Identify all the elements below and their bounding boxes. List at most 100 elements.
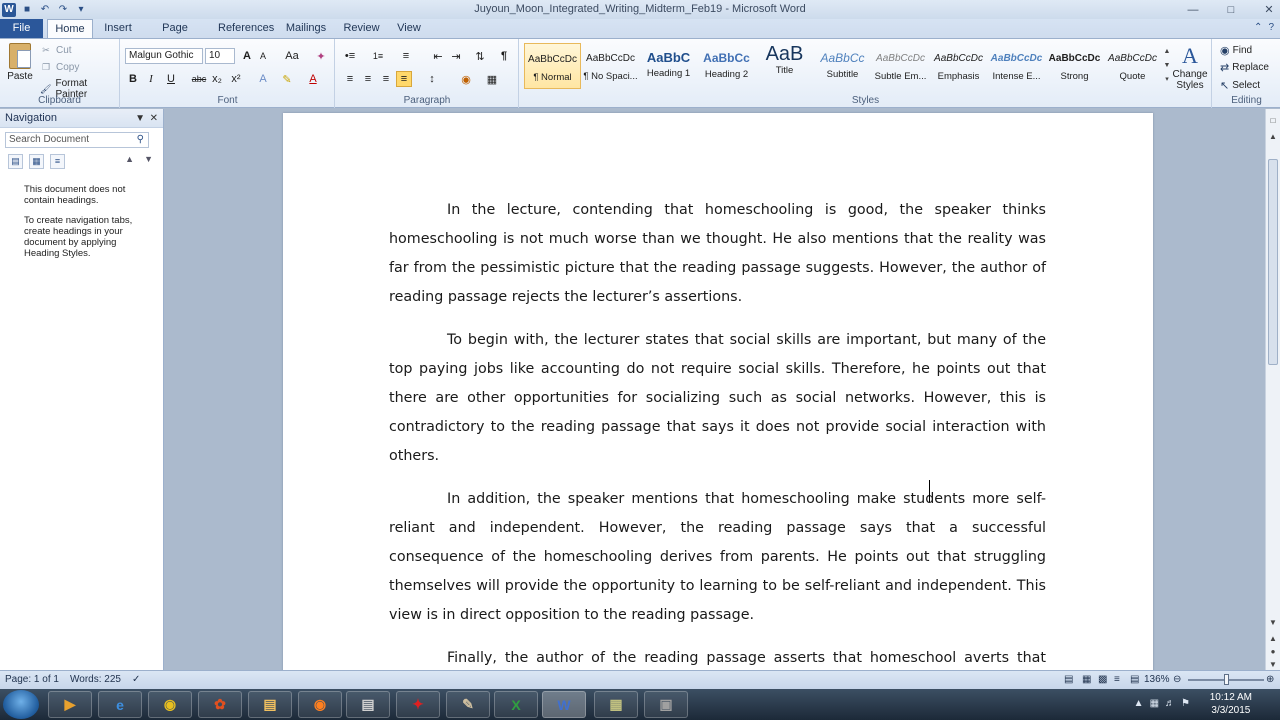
file-explorer-icon[interactable]: ▤	[248, 691, 292, 718]
start-button[interactable]	[3, 690, 39, 719]
style-title[interactable]: AaB Title	[756, 43, 813, 89]
media-player-icon[interactable]: ▶	[48, 691, 92, 718]
style-heading-1[interactable]: AaBbC Heading 1	[640, 43, 697, 89]
browse-headings-tab[interactable]: ▤	[8, 153, 23, 169]
notepad-icon[interactable]: ▤	[346, 691, 390, 718]
shrink-font-button[interactable]: A	[255, 48, 271, 64]
draft-icon[interactable]: ▤	[1130, 674, 1139, 685]
strikethrough-button[interactable]: abc	[189, 71, 209, 87]
previous-arrow-icon[interactable]: ▲	[125, 154, 134, 164]
document-body[interactable]: In the lecture, contending that homescho…	[389, 196, 1046, 670]
align-left-icon[interactable]: ≡	[342, 71, 358, 87]
style-intense-emphasis[interactable]: AaBbCcDc Intense E...	[988, 43, 1045, 89]
zoom-slider-thumb[interactable]	[1224, 674, 1229, 685]
help-icon[interactable]: ?	[1268, 22, 1274, 33]
replace-button[interactable]: ⇄ Replace	[1220, 61, 1269, 74]
subscript-button[interactable]: x₂	[209, 71, 225, 87]
style-subtle-emphasis[interactable]: AaBbCcDc Subtle Em...	[872, 43, 929, 89]
style-subtitle[interactable]: AaBbCc Subtitle	[814, 43, 871, 89]
search-icon[interactable]: ⚲	[137, 133, 144, 147]
minimize-ribbon-icon[interactable]: ⌃	[1254, 22, 1262, 33]
tab-insert[interactable]: Insert	[103, 19, 133, 38]
chrome-icon[interactable]: ◉	[148, 691, 192, 718]
highlight-color-icon[interactable]: ✎	[279, 71, 295, 87]
style-strong[interactable]: AaBbCcDc Strong	[1046, 43, 1103, 89]
word-taskbar-icon[interactable]: W	[542, 691, 586, 718]
note-app-icon[interactable]: ✎	[446, 691, 490, 718]
line-spacing-icon[interactable]: ↕	[424, 71, 440, 87]
excel-icon[interactable]: X	[494, 691, 538, 718]
close-pane-icon[interactable]: ✕	[150, 109, 158, 128]
previous-page-icon[interactable]: ▲	[1266, 631, 1280, 645]
show-formatting-button[interactable]: ¶	[496, 48, 512, 64]
document-area[interactable]: In the lecture, contending that homescho…	[165, 109, 1265, 670]
change-case-button[interactable]: Aa	[281, 48, 303, 64]
zoom-in-icon[interactable]: ⊕	[1266, 674, 1274, 685]
maximize-icon[interactable]: □	[1224, 4, 1238, 16]
volume-icon[interactable]: ♬	[1165, 698, 1175, 709]
copy-button[interactable]: ❐ Copy	[40, 61, 79, 73]
page-count[interactable]: Page: 1 of 1	[5, 674, 59, 685]
italic-button[interactable]: I	[143, 71, 159, 87]
select-browse-object-icon[interactable]: ●	[1266, 644, 1280, 658]
borders-icon[interactable]: ▦	[484, 71, 500, 87]
change-styles-button[interactable]: A Change Styles	[1170, 43, 1210, 91]
decrease-indent-icon[interactable]: ⇤	[430, 48, 446, 64]
network-icon[interactable]: ▦	[1150, 698, 1159, 709]
justify-icon[interactable]: ≡	[396, 71, 412, 87]
tab-references[interactable]: References	[218, 19, 274, 38]
grow-font-button[interactable]: A	[239, 48, 255, 64]
minimize-icon[interactable]: —	[1186, 4, 1200, 16]
paragraph[interactable]: Finally, the author of the reading passa…	[389, 644, 1046, 670]
bold-button[interactable]: B	[125, 71, 141, 87]
paint-icon[interactable]: ✿	[198, 691, 242, 718]
superscript-button[interactable]: x²	[228, 71, 244, 87]
firefox-icon[interactable]: ◉	[298, 691, 342, 718]
sort-icon[interactable]: ⇅	[472, 48, 488, 64]
scanner-icon[interactable]: ▦	[594, 691, 638, 718]
bullets-icon[interactable]: •≡	[342, 48, 358, 64]
zoom-level[interactable]: 136%	[1144, 674, 1170, 685]
internet-explorer-icon[interactable]: e	[98, 691, 142, 718]
font-color-button[interactable]: A	[305, 71, 321, 87]
document-page[interactable]: In the lecture, contending that homescho…	[283, 113, 1153, 670]
scroll-up-icon[interactable]: ▲	[1266, 129, 1280, 143]
recorder-icon[interactable]: ▣	[644, 691, 688, 718]
increase-indent-icon[interactable]: ⇥	[448, 48, 464, 64]
tab-mailings[interactable]: Mailings	[285, 19, 327, 38]
style-no-spacing[interactable]: AaBbCcDc ¶ No Spaci...	[582, 43, 639, 89]
tab-view[interactable]: View	[394, 19, 424, 38]
paste-button[interactable]: Paste	[6, 43, 34, 82]
outline-icon[interactable]: ≡	[1114, 674, 1120, 685]
taskbar-clock[interactable]: 10:12 AM 3/3/2015	[1210, 691, 1252, 717]
acrobat-icon[interactable]: ✦	[396, 691, 440, 718]
pane-options-icon[interactable]: ▼	[135, 109, 145, 128]
style-quote[interactable]: AaBbCcDc Quote	[1104, 43, 1161, 89]
tray-up-icon[interactable]: ▲	[1134, 698, 1144, 709]
multilevel-list-icon[interactable]: ≡	[398, 48, 414, 64]
select-button[interactable]: ↖ Select	[1220, 79, 1260, 92]
close-icon[interactable]: ✕	[1262, 3, 1276, 16]
full-screen-reading-icon[interactable]: ▦	[1082, 674, 1091, 685]
style-emphasis[interactable]: AaBbCcDc Emphasis	[930, 43, 987, 89]
underline-button[interactable]: U	[163, 71, 179, 87]
word-count[interactable]: Words: 225	[70, 674, 121, 685]
browse-results-tab[interactable]: ≡	[50, 153, 65, 169]
clear-formatting-icon[interactable]: ✦	[313, 48, 329, 64]
browse-pages-tab[interactable]: ▦	[29, 153, 44, 169]
tab-page-layout[interactable]: Page Layout	[146, 19, 204, 53]
style-heading-2[interactable]: AaBbCc Heading 2	[698, 43, 755, 89]
next-arrow-icon[interactable]: ▼	[144, 154, 153, 164]
align-center-icon[interactable]: ≡	[360, 71, 376, 87]
find-button[interactable]: ◉ Find	[1220, 44, 1252, 57]
paragraph[interactable]: In addition, the speaker mentions that h…	[389, 485, 1046, 630]
tab-file[interactable]: File	[0, 19, 43, 38]
cut-button[interactable]: ✂ Cut	[40, 44, 71, 56]
numbering-icon[interactable]: 1≡	[370, 48, 386, 64]
font-size-select[interactable]: 10	[205, 48, 235, 64]
font-name-select[interactable]: Malgun Gothic	[125, 48, 203, 64]
proofing-icon[interactable]: ✓	[132, 674, 140, 685]
zoom-out-icon[interactable]: ⊖	[1173, 674, 1181, 685]
print-layout-icon[interactable]: ▤	[1064, 674, 1073, 685]
style-normal[interactable]: AaBbCcDc ¶ Normal	[524, 43, 581, 89]
